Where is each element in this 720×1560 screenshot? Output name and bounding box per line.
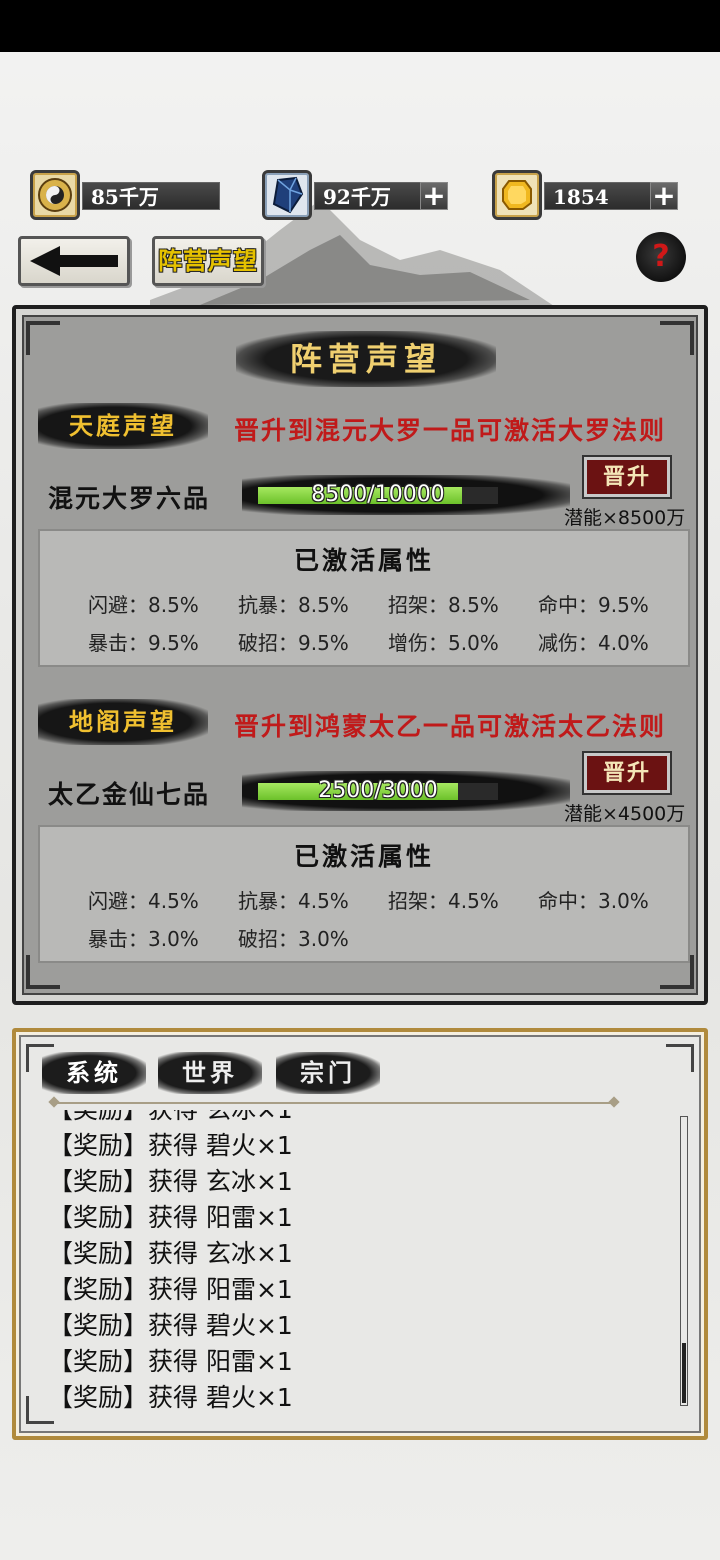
tab-system[interactable]: 系统 [42,1052,146,1094]
attr-break: 破招：9.5% [238,631,349,655]
scrollbar-thumb[interactable] [682,1343,686,1403]
attr-parry: 招架：4.5% [388,889,499,913]
attributes-title: 已激活属性 [293,546,434,575]
back-arrow-icon [30,246,118,276]
list-item: 【奖励】获得 玄冰×1 [48,1239,293,1268]
faction-rank-earth: 太乙金仙七品 [48,780,211,809]
progress-text-heaven: 8500/10000 [311,482,445,507]
progress-bar-heaven: 8500/10000 [242,475,570,515]
faction-rank-heaven: 混元大罗六品 [48,484,211,513]
progress-text-earth: 2500/3000 [318,778,438,803]
tab-sect[interactable]: 宗门 [276,1052,380,1094]
list-item: 【奖励】获得 碧火×1 [48,1311,293,1340]
gold-ingot-icon [492,170,542,220]
attr-damage-down: 减伤：4.0% [538,631,649,655]
corner-ornament [660,321,694,355]
attr-parry: 招架：8.5% [388,593,499,617]
chat-scrollbar[interactable] [680,1116,688,1406]
corner-ornament [26,321,60,355]
faction-tag-heaven: 天庭声望 [38,403,208,449]
list-item: 【奖励】获得 阳雷×1 [48,1275,293,1304]
attr-dodge: 闪避：8.5% [88,593,199,617]
attributes-title: 已激活属性 [293,842,434,871]
attr-crit: 暴击：3.0% [88,927,199,951]
faction-hint-earth: 晋升到鸿蒙太乙一品可激活太乙法则 [234,712,667,741]
progress-bar-earth: 2500/3000 [242,771,570,811]
attributes-box-earth: 已激活属性 闪避：4.5% 抗暴：4.5% 招架：4.5% 命中：3.0% 暴击… [38,825,690,963]
list-item: 【奖励】获得 阳雷×1 [48,1203,293,1232]
attr-damage-up: 增伤：5.0% [388,631,499,655]
list-item: 【奖励】获得 玄冰×1 [48,1167,293,1196]
list-item: 【奖励】获得 碧火×1 [48,1383,293,1410]
chat-panel: 系统 世界 宗门 【奖励】获得 玄冰×1 【奖励】获得 碧火×1 【奖励】获得 … [12,1028,708,1440]
attr-crit-resist: 抗暴：8.5% [238,593,349,617]
taiji-coin-icon [30,170,80,220]
corner-ornament [666,1044,694,1072]
reputation-panel: 阵营声望 天庭声望 晋升到混元大罗一品可激活大罗法则 混元大罗六品 8500/1… [12,305,708,1005]
attr-hit: 命中：9.5% [538,593,649,617]
add-gold-button[interactable]: + [650,182,678,210]
attributes-box-heaven: 已激活属性 闪避：8.5% 抗暴：8.5% 招架：8.5% 命中：9.5% 暴击… [38,529,690,667]
faction-tag-earth: 地阁声望 [38,699,208,745]
blue-crystal-icon [262,170,312,220]
page-title-chip: 阵营声望 [152,236,264,286]
potential-cost-earth: 潜能×4500万 [564,803,686,825]
help-button[interactable]: ? [636,232,686,282]
list-item: 【奖励】获得 碧火×1 [48,1131,293,1160]
faction-hint-heaven: 晋升到混元大罗一品可激活大罗法则 [234,416,667,445]
attr-crit-resist: 抗暴：4.5% [238,889,349,913]
attr-hit: 命中：3.0% [538,889,649,913]
coins-value: 85千万 [82,182,220,210]
list-item: 【奖励】获得 玄冰×1 [48,1110,293,1126]
tab-world[interactable]: 世界 [158,1052,262,1094]
list-item: 【奖励】获得 阳雷×1 [48,1347,293,1376]
attr-dodge: 闪避：4.5% [88,889,199,913]
promote-button-heaven[interactable]: 晋升 [582,455,672,499]
status-bar [0,0,720,52]
potential-cost-heaven: 潜能×8500万 [564,507,686,529]
chat-message-list[interactable]: 【奖励】获得 玄冰×1 【奖励】获得 碧火×1 【奖励】获得 玄冰×1 【奖励】… [48,1110,658,1410]
chat-divider [54,1102,614,1104]
back-button[interactable] [18,236,130,286]
attr-break: 破招：3.0% [238,927,349,951]
promote-button-earth[interactable]: 晋升 [582,751,672,795]
add-crystals-button[interactable]: + [420,182,448,210]
attr-crit: 暴击：9.5% [88,631,199,655]
panel-title: 阵营声望 [236,331,496,387]
